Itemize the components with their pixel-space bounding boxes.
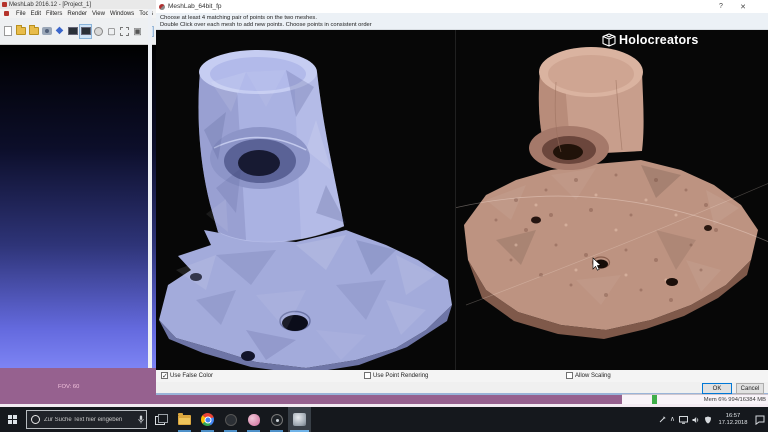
use-false-color-label: Use False Color	[170, 372, 214, 379]
holocreators-text: Holocreators	[619, 33, 699, 47]
diamond-icon[interactable]: ◆	[54, 25, 65, 38]
system-tray: ∧ 16:57 17.12.2018	[659, 413, 768, 426]
screen: MeshLab 2016.12 - [Project_1] File Edit …	[0, 0, 768, 432]
screen-icon[interactable]	[67, 25, 78, 38]
new-document-icon[interactable]	[2, 25, 13, 38]
speaker-tray-icon[interactable]	[692, 416, 700, 424]
holocreators-watermark: Holocreators	[602, 33, 699, 47]
selection-icon[interactable]	[119, 25, 130, 38]
use-false-color-checkbox[interactable]: Use False Color	[161, 372, 214, 380]
file-explorer-icon	[178, 412, 191, 425]
mesh-right	[456, 47, 768, 339]
checkbox-unchecked-icon[interactable]	[566, 372, 573, 379]
dialog-close-icon[interactable]: ✕	[732, 0, 754, 13]
menu-render[interactable]: Render	[67, 11, 87, 17]
dialog-help-button[interactable]: ?	[710, 0, 732, 13]
dual-mesh-canvas: Holocreators	[156, 30, 768, 370]
left-mesh-viewport[interactable]	[156, 30, 455, 370]
meshlab-taskbar-icon	[293, 413, 306, 426]
menu-edit[interactable]: Edit	[31, 11, 41, 17]
windows-taskbar: ∧ 16:57 17.12.2018	[0, 407, 768, 432]
cube-wireframe-icon[interactable]: ▢	[106, 25, 117, 38]
meshlab-menubar: File Edit Filters Render View Windows To…	[0, 9, 171, 18]
cancel-button[interactable]: Cancel	[736, 383, 764, 394]
taskbar-search[interactable]	[26, 410, 147, 429]
use-point-rendering-label: Use Point Rendering	[373, 372, 429, 379]
windows-logo-icon	[7, 415, 17, 424]
taskbar-apps	[173, 407, 311, 432]
shield-tray-icon[interactable]	[704, 416, 712, 424]
display-tray-icon[interactable]	[679, 415, 688, 424]
memory-status-text: Mem 6% 994/16384 MB	[703, 396, 766, 403]
meshlab-window-edge	[148, 9, 152, 395]
dialog-title: MeshLab_64bit_fp	[168, 3, 222, 10]
meshlab-menu-icon	[4, 11, 9, 16]
right-mesh-svg	[456, 47, 768, 339]
meshlab-app-icon	[2, 2, 7, 7]
menu-filters[interactable]: Filters	[46, 11, 62, 17]
chrome-icon	[201, 413, 214, 426]
task-view-icon[interactable]	[155, 413, 168, 426]
meshlab-titlebar: MeshLab 2016.12 - [Project_1]	[0, 0, 156, 9]
left-mesh-svg	[159, 50, 452, 370]
round-app-icon	[270, 413, 283, 426]
checkbox-checked-icon[interactable]	[161, 372, 168, 380]
start-button[interactable]	[0, 407, 24, 432]
cube-solid-icon[interactable]: ▣	[132, 25, 143, 38]
ok-button[interactable]: OK	[702, 383, 732, 394]
taskbar-app-5[interactable]	[265, 407, 288, 432]
instruction-line-2: Double Click over each mesh to add new p…	[160, 21, 372, 28]
sphere-icon[interactable]	[93, 25, 104, 38]
memory-status-bar: Mem 6% 994/16384 MB	[622, 394, 768, 404]
taskbar-app-meshlab-active[interactable]	[288, 407, 311, 432]
clock-date: 17.12.2018	[718, 419, 748, 426]
taskbar-app-chrome[interactable]	[196, 407, 219, 432]
tray-overflow-chevron-icon[interactable]: ∧	[670, 416, 675, 423]
mesh-left	[159, 50, 452, 370]
meshlab-toolbar: ◆ ▢ ▣	[0, 18, 156, 45]
instruction-line-1: Choose at least 4 matching pair of point…	[160, 14, 317, 21]
dark-app-icon	[224, 413, 237, 426]
screen-selected-icon[interactable]	[79, 23, 92, 39]
checkbox-unchecked-icon[interactable]	[364, 372, 371, 379]
holocreators-cube-icon	[602, 33, 616, 47]
taskbar-clock[interactable]: 16:57 17.12.2018	[716, 413, 750, 426]
meshlab-window-title: MeshLab 2016.12 - [Project_1]	[9, 1, 92, 8]
dialog-app-icon	[159, 3, 165, 10]
dialog-titlebar[interactable]: MeshLab_64bit_fp ? ✕	[156, 0, 768, 13]
dialog-instructions: Choose at least 4 matching pair of point…	[156, 13, 768, 30]
right-mesh-viewport[interactable]	[456, 30, 768, 370]
pen-tray-icon[interactable]	[659, 416, 666, 423]
cortana-icon	[31, 415, 40, 424]
pink-app-icon	[247, 413, 260, 426]
menu-view[interactable]: View	[92, 11, 105, 17]
taskbar-app-paint[interactable]	[242, 407, 265, 432]
align-dialog: MeshLab_64bit_fp ? ✕ Choose at least 4 m…	[156, 0, 768, 395]
search-input[interactable]	[42, 415, 138, 424]
menu-windows[interactable]: Windows	[110, 11, 134, 17]
taskbar-app-3[interactable]	[219, 407, 242, 432]
open-mesh-icon[interactable]	[28, 25, 39, 38]
menu-file[interactable]: File	[16, 11, 26, 17]
meshlab-background-viewport[interactable]	[0, 45, 156, 368]
open-project-icon[interactable]	[15, 25, 26, 38]
action-center-icon[interactable]	[754, 414, 765, 425]
memory-progress-segment	[652, 395, 657, 404]
snapshot-icon[interactable]	[41, 25, 52, 38]
microphone-icon	[138, 415, 144, 424]
allow-scaling-label: Allow Scaling	[575, 372, 611, 379]
use-point-rendering-checkbox[interactable]: Use Point Rendering	[364, 372, 428, 379]
allow-scaling-checkbox[interactable]: Allow Scaling	[566, 372, 611, 379]
hud-fov: FOV: 60	[58, 384, 80, 390]
dialog-options-row: Use False Color Use Point Rendering Allo…	[156, 370, 768, 382]
taskbar-app-explorer[interactable]	[173, 407, 196, 432]
